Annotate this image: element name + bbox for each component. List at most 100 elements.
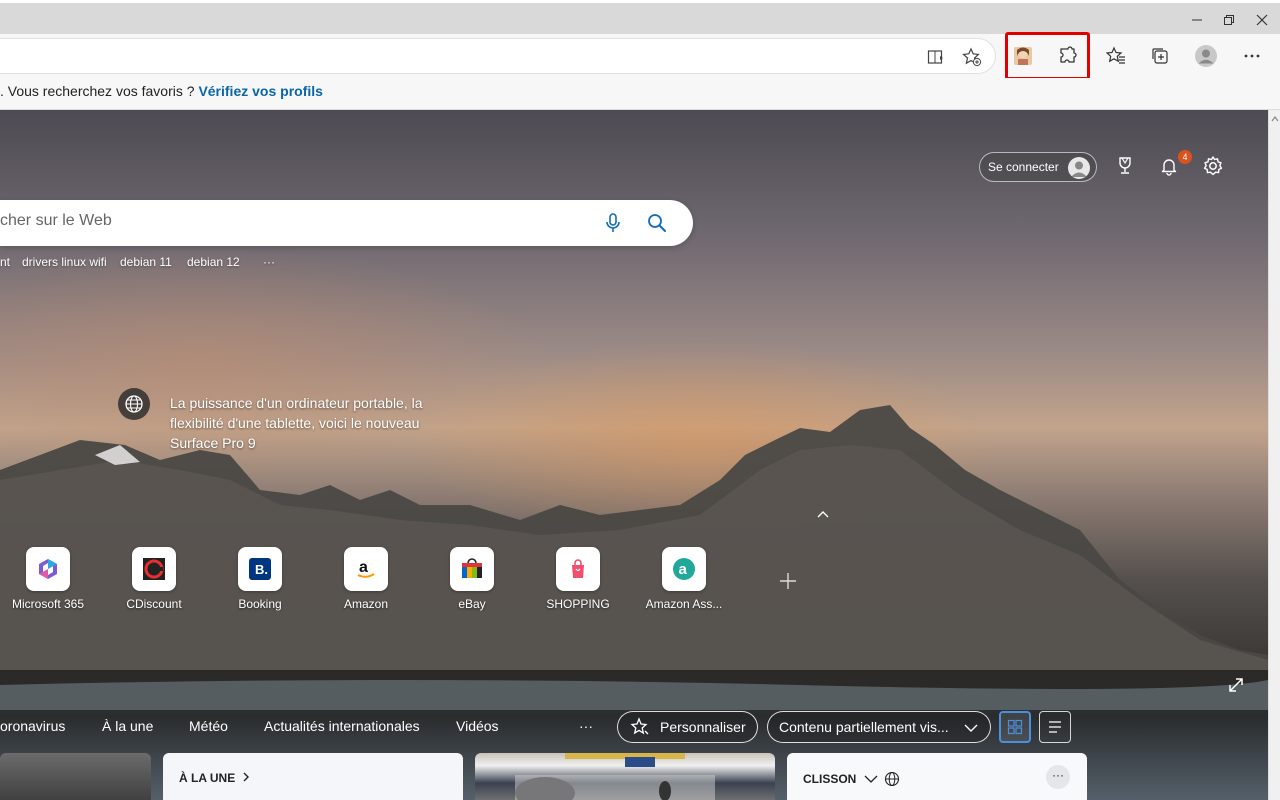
favorites-icon <box>1106 46 1125 64</box>
feed-tab-headlines[interactable]: À la une <box>102 718 153 734</box>
settings-button[interactable] <box>1199 152 1227 180</box>
shopping-icon <box>572 559 584 578</box>
grid-view-icon <box>1007 719 1023 735</box>
voice-search-button[interactable] <box>599 209 627 237</box>
new-tab-page: Se connecter 4 nt drivers linux wifi deb… <box>0 110 1268 800</box>
promo-globe-button[interactable] <box>118 388 150 420</box>
headlines-card[interactable]: À LA UNE <box>163 753 463 800</box>
expand-icon <box>1229 678 1243 692</box>
trending-more-button[interactable]: ··· <box>263 255 275 269</box>
weather-card[interactable]: CLISSON ··· <box>787 753 1087 800</box>
feed-navigation: oronavirus À la une Météo Actualités int… <box>0 708 1268 748</box>
trophy-icon <box>1119 157 1131 174</box>
weather-card-more-button[interactable]: ··· <box>1046 765 1070 789</box>
collapse-quicklinks-button[interactable] <box>816 508 830 522</box>
weather-location-selector[interactable]: CLISSON <box>803 771 900 787</box>
page-scrollbar[interactable] <box>1268 110 1280 800</box>
collections-icon <box>1152 48 1168 64</box>
globe-icon <box>125 395 143 413</box>
profile-icon <box>1195 45 1217 67</box>
close-button[interactable] <box>1247 9 1277 31</box>
highlight-box <box>1005 32 1090 80</box>
cdiscount-icon <box>143 558 165 580</box>
personalize-label: Personnaliser <box>660 719 746 735</box>
feed-tab-world-news[interactable]: Actualités internationales <box>264 718 420 734</box>
photo-news-card[interactable] <box>475 753 775 800</box>
trending-search[interactable]: debian 11 <box>120 255 172 269</box>
immersive-reader-icon <box>927 50 943 64</box>
minimize-button[interactable] <box>1182 9 1212 31</box>
headlines-card-title[interactable]: À LA UNE <box>179 771 250 785</box>
quicklink-ebay[interactable]: eBay <box>422 547 522 617</box>
rewards-button[interactable] <box>1111 152 1139 180</box>
close-icon <box>1256 14 1268 26</box>
more-icon <box>1244 54 1260 58</box>
grid-view-button[interactable] <box>999 711 1031 743</box>
content-visibility-value: Contenu partiellement vis... <box>779 719 949 735</box>
quicklink-booking[interactable]: B. Booking <box>210 547 310 617</box>
scroll-up-icon <box>1271 116 1279 122</box>
headlines-title-text: À LA UNE <box>179 771 236 785</box>
search-button[interactable] <box>643 209 671 237</box>
expand-background-button[interactable] <box>1226 675 1246 700</box>
add-favorite-icon <box>962 47 982 67</box>
feed-tab-coronavirus[interactable]: oronavirus <box>0 718 65 734</box>
search-icon <box>648 214 666 232</box>
quicklink-cdiscount[interactable]: CDiscount <box>104 547 204 617</box>
restore-button[interactable] <box>1214 9 1244 31</box>
trending-search[interactable]: drivers linux wifi <box>22 255 107 269</box>
ebay-icon <box>462 558 482 578</box>
minimize-icon <box>1192 19 1202 21</box>
feed-tab-videos[interactable]: Vidéos <box>456 718 499 734</box>
search-input[interactable] <box>0 212 560 230</box>
personalize-star-icon <box>630 717 649 735</box>
collections-button[interactable] <box>1144 40 1176 72</box>
quicklink-amazon[interactable]: a Amazon <box>316 547 416 617</box>
trending-search[interactable]: nt <box>0 255 10 269</box>
microphone-icon <box>606 213 620 232</box>
address-bar[interactable] <box>0 38 996 74</box>
quicklink-label: Microsoft 365 <box>11 597 85 611</box>
feed-tab-weather[interactable]: Météo <box>189 718 228 734</box>
promo-link[interactable]: La puissance d'un ordinateur portable, l… <box>170 393 440 453</box>
plus-icon <box>780 573 796 589</box>
avatar <box>1068 157 1090 179</box>
chevron-right-icon <box>243 772 249 782</box>
amazon-icon: a <box>357 559 375 578</box>
amazon-assistant-icon: a <box>673 558 695 580</box>
svg-text:a: a <box>359 559 368 576</box>
user-icon <box>1071 161 1087 177</box>
add-quicklink-button[interactable] <box>778 570 798 598</box>
restore-icon <box>1224 15 1234 25</box>
news-card-image[interactable] <box>0 753 151 800</box>
content-visibility-select[interactable]: Contenu partiellement vis... <box>767 711 991 743</box>
feed-more-button[interactable]: ··· <box>579 718 593 734</box>
sign-in-button[interactable]: Se connecter <box>979 152 1097 182</box>
immersive-reader-button[interactable] <box>920 41 952 73</box>
personalize-button[interactable]: Personnaliser <box>617 711 758 743</box>
quicklink-label: SHOPPING <box>546 597 610 611</box>
quicklink-amazon-assistant[interactable]: a Amazon Ass... <box>634 547 734 617</box>
favbar-message: . Vous recherchez vos favoris ? <box>0 83 195 99</box>
trending-search[interactable]: debian 12 <box>187 255 240 269</box>
chevron-down-icon <box>864 775 878 783</box>
web-search-box[interactable] <box>0 200 693 246</box>
svg-text:B.: B. <box>255 562 268 577</box>
check-profiles-link[interactable]: Vérifiez vos profils <box>198 83 322 99</box>
microsoft365-icon <box>39 559 57 579</box>
quicklink-label: CDiscount <box>126 597 182 611</box>
quicklink-label: Booking <box>238 597 282 611</box>
favorites-button[interactable] <box>1100 40 1132 72</box>
list-view-button[interactable] <box>1039 711 1071 743</box>
gear-icon <box>1203 156 1223 176</box>
svg-text:a: a <box>679 561 688 578</box>
quicklink-microsoft365[interactable]: Microsoft 365 <box>0 547 98 617</box>
sign-in-label: Se connecter <box>988 160 1059 174</box>
add-favorite-button[interactable] <box>956 41 988 73</box>
quicklink-shopping[interactable]: SHOPPING <box>528 547 628 617</box>
more-button[interactable] <box>1236 40 1268 72</box>
list-view-icon <box>1049 721 1061 733</box>
news-photo <box>515 753 715 800</box>
globe-icon <box>885 771 900 787</box>
profile-button[interactable] <box>1190 40 1222 72</box>
